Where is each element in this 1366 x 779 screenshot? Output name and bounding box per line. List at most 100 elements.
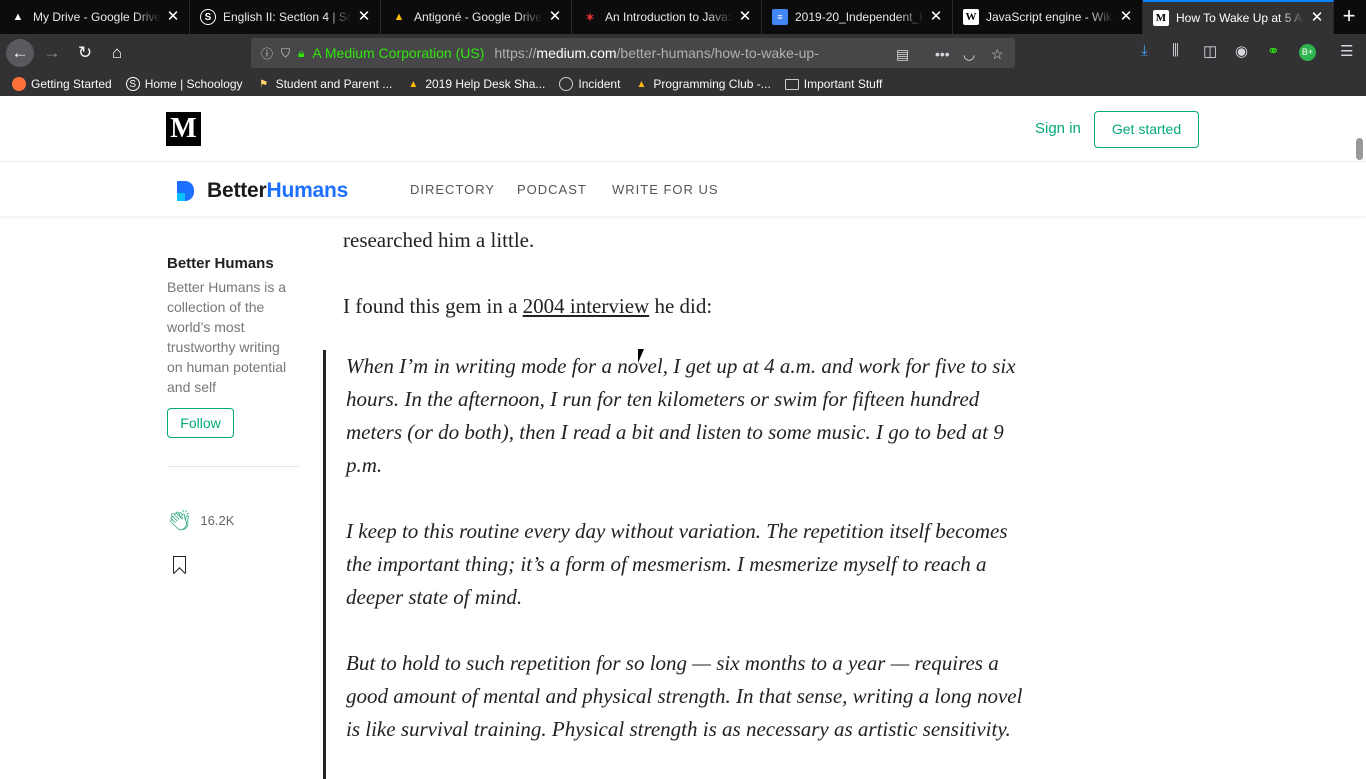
article-paragraph: I found this gem in a 2004 interview he … [343,290,1033,323]
folder-icon [784,78,799,90]
better-humans-logo[interactable]: BetterHumans [177,179,348,203]
tab-title: Antigoné - Google Drive [414,10,543,24]
home-button[interactable]: ⌂ [103,39,131,67]
nav-write-for-us[interactable]: WRITE FOR US [612,182,719,197]
bookmarks-toolbar: Getting Started S Home | Schoology ⚑ Stu… [0,72,1366,96]
tab-bar: ▲ My Drive - Google Drive ✕ S English II… [0,0,1366,34]
js-icon: ✶ [585,11,595,24]
bookmark-help-desk[interactable]: ▲ 2019 Help Desk Sha... [406,77,545,91]
interview-link[interactable]: 2004 interview [523,294,650,318]
account-icon[interactable]: ◉ [1235,42,1248,60]
tab-antigone[interactable]: ▲ Antigoné - Google Drive ✕ [381,0,572,34]
bookmark-incident[interactable]: Incident [559,77,620,91]
tab-independent-research[interactable]: ≡ 2019-20_Independent_Research ✕ [762,0,953,34]
vpn-extension-icon[interactable]: ⚭ [1267,42,1280,60]
bookmark-label: Home | Schoology [144,77,243,91]
google-docs-icon: ≡ [772,9,788,25]
reader-view-icon[interactable]: ▤ [896,46,909,63]
get-started-button[interactable]: Get started [1094,111,1199,148]
better-humans-mark-icon [177,181,194,201]
firefox-icon [12,77,26,91]
library-icon[interactable]: ⫼ [1172,42,1179,59]
bookmark-icon: ⚑ [259,78,269,90]
publication-name: BetterHumans [207,179,348,203]
globe-icon [559,77,574,91]
bookmark-label: Getting Started [31,77,112,91]
navigation-bar: ← → ↻ ⌂ ⓘ ⛉ 🔒︎ A Medium Corporation (US)… [0,34,1366,72]
tab-javascript-intro[interactable]: ✶ An Introduction to JavaScript ✕ [572,0,762,34]
menu-icon[interactable]: ☰ [1340,42,1353,60]
url-bar[interactable]: ⓘ ⛉ 🔒︎ A Medium Corporation (US) https:/… [251,38,1015,68]
url-path: /better-humans/how-to-wake-up- [616,45,819,61]
tab-title: 2019-20_Independent_Research [795,10,924,24]
schoology-icon: S [125,77,140,91]
article-body: researched him a little. I found this ge… [343,224,1033,323]
bookmark-schoology[interactable]: S Home | Schoology [125,77,243,91]
publication-name-part2: Humans [266,179,349,202]
medium-logo[interactable]: M [166,112,201,146]
publication-name-part1: Better [207,179,267,202]
bookmark-student-parent[interactable]: ⚑ Student and Parent ... [257,77,393,91]
schoology-icon: S [200,9,216,25]
wikipedia-icon: W [963,9,979,25]
google-drive-icon: ▲ [408,78,419,90]
bookmark-label: Programming Club -... [653,77,771,91]
page-actions-icon[interactable]: ••• [935,46,950,62]
quote-paragraph: But to hold to such repetition for so lo… [346,651,1023,741]
nav-directory[interactable]: DIRECTORY [410,182,495,197]
close-icon[interactable]: ✕ [165,9,181,25]
close-icon[interactable]: ✕ [928,9,944,25]
sign-in-link[interactable]: Sign in [1035,120,1081,137]
bookmark-label: Incident [578,77,621,91]
lock-icon[interactable]: 🔒︎ [298,46,304,61]
sidebar-description: Better Humans is a collection of the wor… [167,279,287,395]
pocket-icon[interactable]: ◡ [963,46,975,63]
mouse-cursor-icon [638,349,650,363]
quote-paragraph: I keep to this routine every day without… [346,519,1008,609]
follow-button[interactable]: Follow [167,408,234,438]
bookmark-important-stuff[interactable]: Important Stuff [784,77,882,91]
star-bookmark-icon[interactable]: ☆ [991,46,1004,63]
google-drive-icon: ▲ [12,11,24,23]
bookmark-getting-started[interactable]: Getting Started [12,77,112,91]
paragraph-text: he did: [649,294,713,318]
extension-icon[interactable]: B+ [1299,44,1316,61]
medium-header: M Sign in Get started [0,96,1366,162]
clap-icon[interactable]: 👏︎ [167,508,192,533]
nav-podcast[interactable]: PODCAST [517,182,587,197]
info-icon[interactable]: ⓘ [261,45,273,62]
download-icon[interactable]: ⤓ [1141,42,1148,59]
tab-title: JavaScript engine - Wikipedia [986,10,1114,24]
browser-chrome: ▲ My Drive - Google Drive ✕ S English II… [0,0,1366,96]
tab-my-drive[interactable]: ▲ My Drive - Google Drive ✕ [0,0,190,34]
paragraph-text: I found this gem in a [343,294,523,318]
tab-title: An Introduction to JavaScript [605,10,733,24]
sidebar-icon[interactable]: ◫ [1203,42,1217,60]
clap-button[interactable]: 👏︎ 16.2K [167,508,234,533]
bookmark-icon[interactable] [173,556,186,573]
bookmark-label: Student and Parent ... [275,77,393,91]
close-icon[interactable]: ✕ [356,9,372,25]
tracking-shield-icon[interactable]: ⛉ [281,46,290,61]
close-icon[interactable]: ✕ [1309,10,1325,26]
close-icon[interactable]: ✕ [737,9,753,25]
url-domain: medium.com [536,45,617,61]
close-icon[interactable]: ✕ [1118,9,1134,25]
bookmark-label: 2019 Help Desk Sha... [425,77,546,91]
tab-schoology[interactable]: S English II: Section 4 | Schoology ✕ [190,0,381,34]
reload-button[interactable]: ↻ [71,39,99,67]
google-drive-icon: ▲ [636,78,647,90]
tab-title: English II: Section 4 | Schoology [223,10,352,24]
tab-wikipedia[interactable]: W JavaScript engine - Wikipedia ✕ [953,0,1143,34]
forward-button[interactable]: → [38,39,66,67]
close-icon[interactable]: ✕ [547,9,563,25]
scrollbar-thumb[interactable] [1356,138,1363,160]
site-identity[interactable]: A Medium Corporation (US) [312,45,484,61]
back-button[interactable]: ← [6,39,34,67]
url-text[interactable]: https://medium.com/better-humans/how-to-… [494,45,854,61]
tab-how-to-wake-up[interactable]: M How To Wake Up at 5 A.M. ✕ [1143,0,1334,34]
sidebar-title[interactable]: Better Humans [167,255,299,272]
publication-bar: BetterHumans DIRECTORY PODCAST WRITE FOR… [0,162,1366,216]
new-tab-button[interactable]: + [1336,4,1362,30]
bookmark-programming-club[interactable]: ▲ Programming Club -... [634,77,770,91]
